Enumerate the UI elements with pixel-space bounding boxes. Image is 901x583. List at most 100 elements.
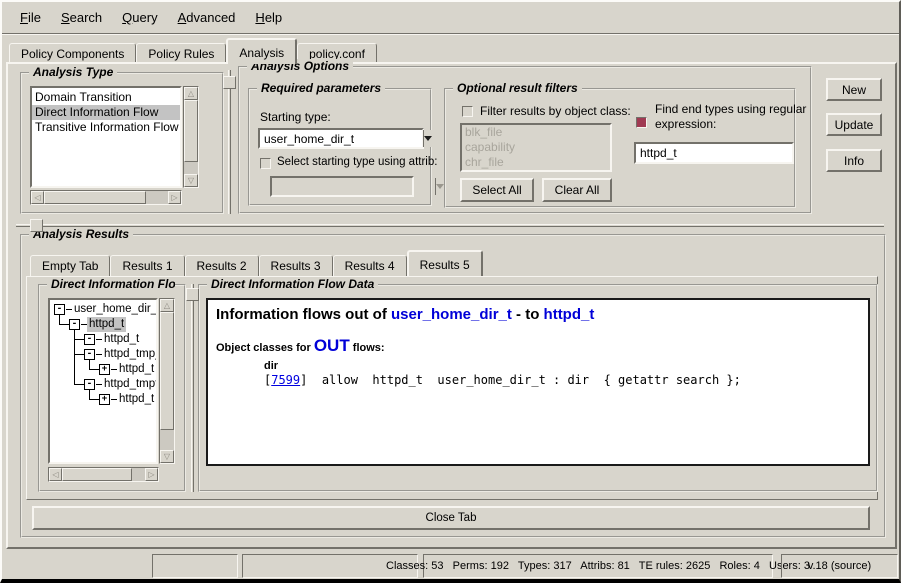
info-button[interactable]: Info (826, 149, 882, 172)
scroll-right-icon[interactable]: ▷ (168, 191, 181, 204)
analysis-tab-page: Analysis Type Domain TransitionDirect In… (6, 62, 897, 549)
close-tab-button[interactable]: Close Tab (32, 506, 870, 530)
pane-sash-vertical[interactable] (228, 70, 231, 214)
flow-subheader: Object classes for OUT flows: (216, 336, 860, 356)
tree-connector (59, 315, 60, 324)
attrib-checkbox[interactable] (260, 158, 271, 169)
tree-expander-minus-icon[interactable]: - (84, 334, 95, 345)
status-policy-version: v.18 (source) (781, 554, 898, 578)
scroll-left-icon[interactable]: ◁ (49, 468, 62, 481)
analysis-type-item[interactable]: Domain Transition (32, 90, 180, 105)
regex-input[interactable] (634, 142, 794, 164)
scrollbar-trough (132, 468, 145, 481)
tab-policy-components[interactable]: Policy Components (9, 43, 136, 64)
results-tab-results-2[interactable]: Results 2 (185, 255, 259, 276)
tree-node-label[interactable]: httpd_tmpfs_t (102, 377, 158, 392)
menu-help[interactable]: Help (245, 8, 292, 27)
tree-expander-minus-icon[interactable]: - (69, 319, 80, 330)
tree-connector (74, 354, 84, 355)
analysis-type-vscrollbar[interactable]: △ ▽ (183, 86, 199, 188)
analysis-type-item[interactable]: Transitive Information Flow (32, 120, 180, 135)
te-rule-line: [7599] allow httpd_t user_home_dir_t : d… (264, 373, 860, 387)
menu-separator (2, 33, 899, 35)
tree-node-label[interactable]: httpd_tmp_t (102, 347, 158, 362)
tree-expander-plus-icon[interactable]: + (99, 394, 110, 405)
object-class-filter-checkbox[interactable] (462, 106, 473, 117)
update-button[interactable]: Update (826, 113, 882, 136)
results-tab-results-3[interactable]: Results 3 (259, 255, 333, 276)
rule-number-link[interactable]: 7599 (271, 373, 300, 387)
tree-expander-minus-icon[interactable]: - (84, 379, 95, 390)
clear-all-button[interactable]: Clear All (542, 178, 612, 202)
menu-file[interactable]: File (10, 8, 51, 27)
status-policy-stats: Classes: 53 Perms: 192 Types: 317 Attrib… (423, 554, 773, 578)
object-class-filter-label: Filter results by object class: (480, 104, 631, 118)
scroll-right-icon[interactable]: ▷ (145, 468, 158, 481)
required-parameters-group: Required parameters Starting type: Selec… (248, 88, 432, 206)
object-class-name: dir (264, 360, 860, 372)
tab-policy-rules[interactable]: Policy Rules (136, 43, 226, 64)
results-tab-results-1[interactable]: Results 1 (110, 255, 184, 276)
flow-header: Information flows out of user_home_dir_t… (216, 306, 860, 323)
tree-node-label[interactable]: user_home_dir_t (72, 302, 158, 317)
chevron-down-icon (436, 184, 444, 189)
tree-connector (74, 339, 84, 340)
tree-connector (89, 369, 99, 370)
scrollbar-thumb[interactable] (62, 468, 132, 481)
scroll-left-icon[interactable]: ◁ (31, 191, 44, 204)
flow-source-type: user_home_dir_t (391, 306, 512, 323)
tree-connector (89, 360, 90, 369)
scrollbar-thumb[interactable] (160, 312, 174, 430)
tree-node-label[interactable]: httpd_t (87, 317, 126, 332)
attrib-combobox (270, 176, 414, 197)
flow-tree-vscrollbar[interactable]: △ ▽ (159, 298, 175, 464)
results-tab-results-4[interactable]: Results 4 (333, 255, 407, 276)
scrollbar-trough (146, 191, 168, 204)
select-all-button[interactable]: Select All (460, 178, 534, 202)
menu-bar: FileSearchQueryAdvancedHelp (2, 2, 899, 33)
tree-expander-minus-icon[interactable]: - (84, 349, 95, 360)
flow-tree[interactable]: -user_home_dir_t-httpd_t-httpd_t-httpd_t… (48, 298, 158, 464)
flow-tree-group: Direct Information Flow T -user_home_dir… (38, 284, 186, 492)
scroll-up-icon[interactable]: △ (160, 299, 174, 312)
dropdown-button[interactable] (423, 130, 432, 147)
scroll-down-icon[interactable]: ▽ (184, 174, 198, 187)
flow-tree-title: Direct Information Flow T (47, 277, 175, 291)
scroll-down-icon[interactable]: ▽ (160, 450, 174, 463)
tab-analysis[interactable]: Analysis (226, 38, 297, 64)
starting-type-value[interactable] (260, 130, 423, 147)
results-pane-sash[interactable] (191, 284, 194, 492)
tree-node-label[interactable]: httpd_t (117, 362, 156, 377)
analysis-results-title: Analysis Results (29, 227, 133, 241)
analysis-options-group: Analysis Options Required parameters Sta… (238, 66, 812, 214)
sash-handle[interactable] (30, 219, 43, 232)
regex-checkbox[interactable] (636, 117, 647, 128)
tree-connector (89, 390, 90, 399)
starting-type-combobox[interactable] (258, 128, 424, 149)
menu-query[interactable]: Query (112, 8, 167, 27)
analysis-type-hscrollbar[interactable]: ◁ ▷ (30, 190, 182, 205)
scroll-up-icon[interactable]: △ (184, 87, 198, 100)
tree-expander-minus-icon[interactable]: - (54, 304, 65, 315)
menu-advanced[interactable]: Advanced (168, 8, 246, 27)
flow-data-textarea[interactable]: Information flows out of user_home_dir_t… (206, 298, 870, 466)
tree-connector (89, 399, 99, 400)
sash-handle[interactable] (223, 76, 236, 89)
tree-node-label[interactable]: httpd_t (102, 332, 141, 347)
tree-expander-plus-icon[interactable]: + (99, 364, 110, 375)
results-tab-empty-tab[interactable]: Empty Tab (30, 255, 110, 276)
scrollbar-thumb[interactable] (184, 100, 198, 162)
flow-tree-hscrollbar[interactable]: ◁ ▷ (48, 467, 159, 482)
object-class-item: capability (462, 140, 610, 155)
sash-handle[interactable] (186, 288, 199, 301)
flow-data-group: Direct Information Flow Data Information… (198, 284, 878, 492)
tree-node-label[interactable]: httpd_t (117, 392, 156, 407)
scrollbar-thumb[interactable] (44, 191, 146, 204)
pane-sash-horizontal[interactable] (16, 224, 884, 227)
analysis-type-listbox[interactable]: Domain TransitionDirect Information Flow… (30, 86, 182, 188)
menu-search[interactable]: Search (51, 8, 112, 27)
new-button[interactable]: New (826, 78, 882, 101)
scrollbar-trough (160, 430, 174, 450)
analysis-type-item[interactable]: Direct Information Flow (32, 105, 180, 120)
results-tab-results-5[interactable]: Results 5 (407, 250, 483, 276)
